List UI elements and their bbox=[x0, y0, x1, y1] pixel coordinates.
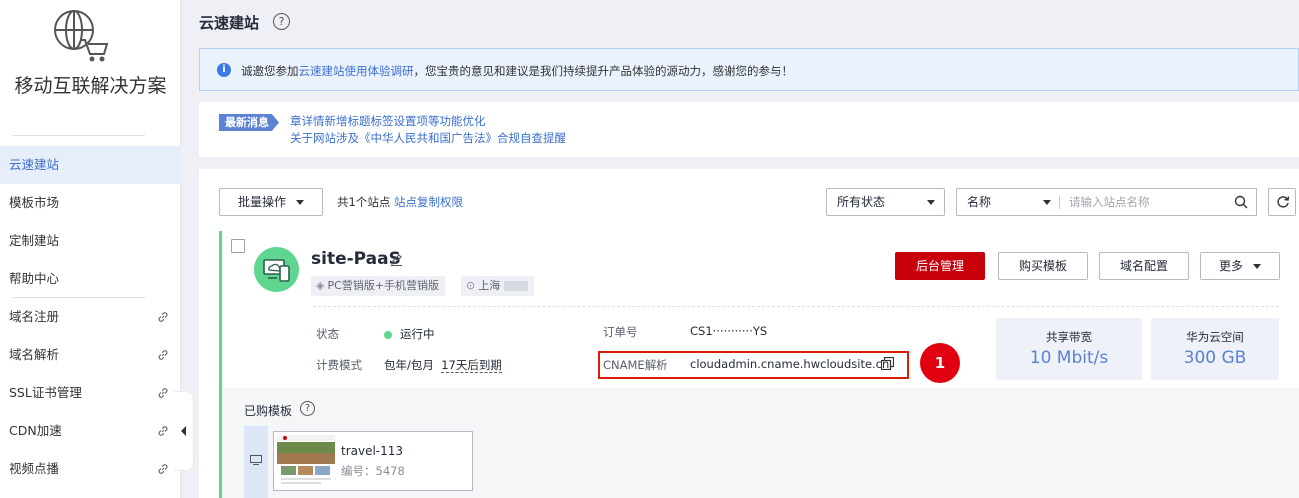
search-icon[interactable] bbox=[1234, 195, 1248, 209]
billing-value: 包年/包月 17天后到期 bbox=[384, 358, 502, 373]
buy-template-button[interactable]: 购买模板 bbox=[998, 252, 1088, 280]
sidebar-item-vod[interactable]: 视频点播 bbox=[0, 450, 181, 488]
app-title: 移动互联解决方案 bbox=[14, 75, 167, 97]
domain-config-button[interactable]: 域名配置 bbox=[1099, 252, 1189, 280]
link-icon bbox=[158, 464, 168, 474]
site-card: 已购模板 ? travel-113 编号：5478 site-PaaS ◈ PC… bbox=[219, 231, 1299, 498]
purchased-templates-label: 已购模板 bbox=[244, 404, 293, 418]
caret-down-icon bbox=[1253, 264, 1261, 269]
site-count: 共1个站点 站点复制权限 bbox=[337, 195, 463, 209]
more-dropdown[interactable]: 更多 bbox=[1200, 252, 1280, 280]
admin-button[interactable]: 后台管理 bbox=[895, 252, 985, 280]
sidebar-item-cdn[interactable]: CDN加速 bbox=[0, 412, 181, 450]
template-thumbnail bbox=[277, 435, 335, 487]
refresh-icon bbox=[1277, 196, 1290, 208]
link-icon bbox=[158, 312, 168, 322]
callout-badge: 1 bbox=[920, 343, 960, 383]
billing-label: 计费模式 bbox=[316, 358, 362, 372]
collapse-arrow-icon bbox=[181, 426, 186, 436]
sidebar-item-template-market[interactable]: 模板市场 bbox=[0, 184, 181, 222]
template-name: travel-113 bbox=[341, 444, 404, 458]
sidebar-item-ssl[interactable]: SSL证书管理 bbox=[0, 374, 181, 412]
redacted-mask bbox=[504, 281, 529, 291]
site-name[interactable]: site-PaaS bbox=[311, 249, 401, 269]
expire-info[interactable]: 17天后到期 bbox=[441, 358, 502, 373]
sidebar: 移动互联解决方案 云速建站 模板市场 定制建站 帮助中心 域名注册 域名解析 S… bbox=[0, 0, 181, 498]
batch-operation-dropdown[interactable]: 批量操作 bbox=[219, 188, 323, 216]
status-label: 状态 bbox=[316, 327, 339, 341]
sidebar-collapse-toggle[interactable] bbox=[174, 391, 194, 471]
cname-highlight-box bbox=[598, 351, 909, 379]
location-icon: ⊙ bbox=[466, 279, 476, 292]
purchased-templates-area: 已购模板 ? travel-113 编号：5478 bbox=[222, 388, 1299, 498]
refresh-button[interactable] bbox=[1268, 188, 1296, 216]
link-icon bbox=[158, 426, 168, 436]
sidebar-item-domain-register[interactable]: 域名注册 bbox=[0, 298, 181, 336]
survey-notice: i 诚邀您参加云速建站使用体验调研，您宝贵的意见和建议是我们持续提升产品体验的源… bbox=[199, 48, 1299, 91]
sidebar-item-help-center[interactable]: 帮助中心 bbox=[0, 260, 181, 298]
page-title: 云速建站 bbox=[199, 14, 260, 32]
stat-value: 10 Mbit/s bbox=[1029, 348, 1109, 368]
notice-text: 诚邀您参加云速建站使用体验调研，您宝贵的意见和建议是我们持续提升产品体验的源动力… bbox=[241, 64, 793, 78]
stat-value: 300 GB bbox=[1183, 348, 1247, 368]
help-icon[interactable]: ? bbox=[273, 13, 290, 30]
sidebar-divider bbox=[12, 135, 145, 136]
site-region-tag: ⊙ 上海 bbox=[461, 276, 535, 296]
info-icon: i bbox=[217, 63, 231, 77]
site-list-panel: 批量操作 共1个站点 站点复制权限 所有状态 名称 请输入站点名称 已购模板 ? bbox=[199, 169, 1299, 498]
caret-down-icon bbox=[927, 200, 935, 205]
template-card[interactable]: travel-113 编号：5478 bbox=[273, 431, 473, 491]
survey-link[interactable]: 云速建站使用体验调研 bbox=[299, 64, 414, 78]
help-icon[interactable]: ? bbox=[300, 401, 315, 416]
site-devices-icon bbox=[263, 259, 290, 282]
site-avatar bbox=[254, 247, 299, 292]
caret-down-icon bbox=[1043, 200, 1051, 205]
template-device-tab[interactable] bbox=[244, 426, 268, 498]
template-code: 编号：5478 bbox=[341, 464, 405, 478]
status-value: 运行中 bbox=[384, 326, 435, 342]
monitor-icon bbox=[250, 455, 262, 465]
link-icon bbox=[158, 350, 168, 360]
sidebar-item-custom-build[interactable]: 定制建站 bbox=[0, 222, 181, 260]
caret-down-icon bbox=[296, 200, 304, 205]
edit-icon[interactable] bbox=[390, 253, 403, 266]
search-input[interactable]: 请输入站点名称 bbox=[1059, 188, 1257, 216]
sidebar-item-site-builder[interactable]: 云速建站 bbox=[0, 146, 181, 184]
site-checkbox[interactable] bbox=[231, 239, 245, 253]
order-value: CS1···········YS bbox=[690, 324, 768, 338]
news-panel: 最新消息 章详情新增标题标签设置项等功能优化 关于网站涉及《中华人民共和国广告法… bbox=[199, 102, 1299, 157]
news-link[interactable]: 章详情新增标题标签设置项等功能优化 bbox=[290, 113, 486, 129]
stat-title: 共享带宽 bbox=[1046, 330, 1092, 344]
layers-icon: ◈ bbox=[316, 279, 325, 292]
search-field-select[interactable]: 名称 bbox=[956, 188, 1060, 216]
order-label: 订单号 bbox=[603, 325, 638, 339]
site-version-tag: ◈ PC营销版+手机营销版 bbox=[311, 276, 445, 296]
storage-stat: 华为云空间 300 GB bbox=[1151, 318, 1279, 380]
news-badge: 最新消息 bbox=[219, 114, 279, 131]
sidebar-item-dns[interactable]: 域名解析 bbox=[0, 336, 181, 374]
status-select[interactable]: 所有状态 bbox=[826, 188, 945, 216]
divider bbox=[313, 306, 1279, 307]
bandwidth-stat: 共享带宽 10 Mbit/s bbox=[996, 318, 1142, 380]
link-icon bbox=[158, 388, 168, 398]
stat-title: 华为云空间 bbox=[1186, 330, 1244, 344]
status-dot bbox=[384, 330, 392, 339]
copy-permission-link[interactable]: 站点复制权限 bbox=[394, 195, 463, 209]
news-link[interactable]: 关于网站涉及《中华人民共和国广告法》合规自查提醒 bbox=[290, 130, 566, 146]
globe-cart-logo-icon bbox=[54, 10, 109, 62]
